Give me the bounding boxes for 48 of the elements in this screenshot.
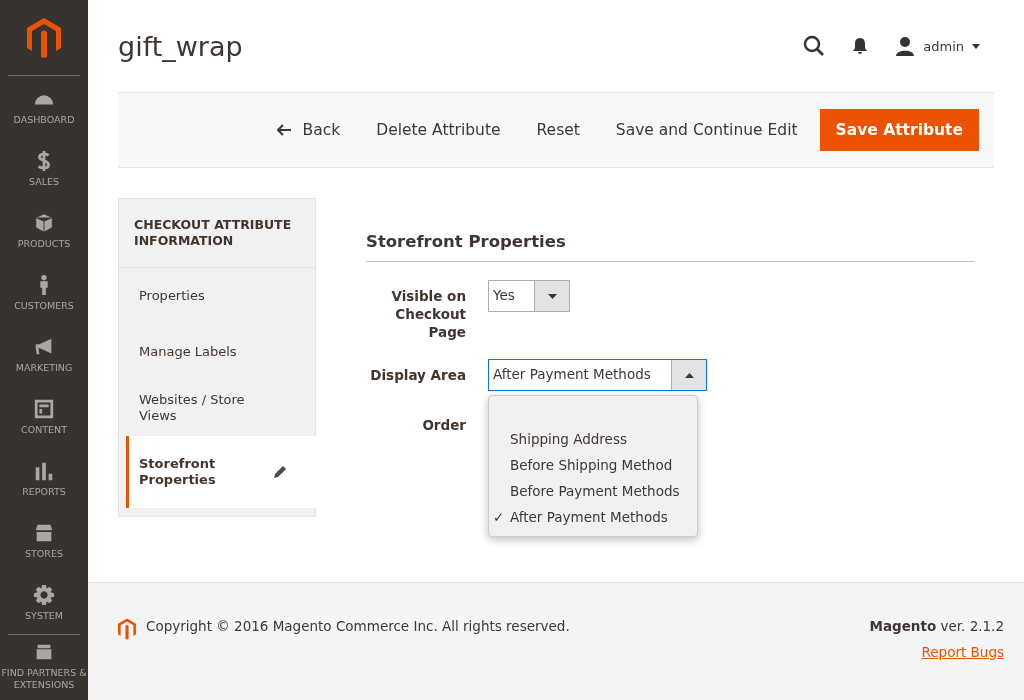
menu-icon bbox=[32, 584, 56, 606]
sidebar-menu-item[interactable]: SALES bbox=[0, 138, 88, 200]
copyright-text: Copyright © 2016 Magento Commerce Inc. All rights reserved. bbox=[146, 618, 570, 634]
action-button[interactable]: Reset bbox=[522, 110, 594, 150]
dropdown-option[interactable]: Before Payment Methods bbox=[489, 478, 697, 504]
search-icon[interactable] bbox=[803, 35, 826, 57]
field-label: Display Area bbox=[369, 366, 466, 384]
tab[interactable]: Manage Labels bbox=[119, 324, 315, 380]
caret-down-icon bbox=[547, 293, 557, 299]
sidebar-menu-item[interactable]: MARKETING bbox=[0, 324, 88, 386]
logo-icon bbox=[27, 17, 61, 58]
user-menu[interactable]: admin bbox=[895, 36, 980, 56]
logo-icon bbox=[118, 618, 136, 640]
action-button[interactable]: Delete Attribute bbox=[362, 110, 515, 150]
tab[interactable]: Websites / Store Views bbox=[119, 380, 315, 436]
tab[interactable]: Storefront Properties bbox=[126, 436, 316, 508]
sidebar-menu-item[interactable]: REPORTS bbox=[0, 448, 88, 510]
sidebar-menu-item[interactable]: DASHBOARD bbox=[0, 76, 88, 138]
action-button[interactable]: Save Attribute bbox=[819, 109, 979, 151]
field-label: Order bbox=[421, 416, 466, 434]
dropdown-option[interactable]: Before Shipping Method bbox=[489, 452, 697, 478]
user-icon bbox=[895, 36, 916, 56]
checkmark: ✓ bbox=[493, 508, 506, 527]
dropdown-option[interactable]: Shipping Address bbox=[489, 426, 697, 452]
menu-icon bbox=[32, 212, 56, 234]
sidebar-menu-item[interactable]: STORES bbox=[0, 510, 88, 572]
sidebar-menu-item[interactable]: FIND PARTNERS & EXTENSIONS bbox=[0, 635, 88, 697]
notification-bell-icon[interactable] bbox=[851, 36, 870, 56]
tabs-panel-title: CHECKOUT ATTRIBUTE INFORMATION bbox=[119, 199, 315, 268]
version-text: Magento ver. 2.1.2 bbox=[869, 618, 1004, 634]
user-name: admin bbox=[923, 38, 964, 54]
field-label: Visible on Checkout Page bbox=[390, 287, 466, 341]
arrow-left-icon bbox=[276, 124, 291, 136]
sidebar-menu-item[interactable]: CUSTOMERS bbox=[0, 262, 88, 324]
dropdown[interactable]: After Payment Methods bbox=[488, 359, 707, 391]
sidebar-menu-item[interactable]: CONTENT bbox=[0, 386, 88, 448]
caret-icon bbox=[972, 43, 980, 49]
dropdown-option[interactable]: ✓ After Payment Methods bbox=[489, 504, 697, 530]
section-title: Storefront Properties bbox=[366, 232, 974, 262]
dropdown[interactable]: Yes bbox=[488, 280, 570, 312]
page-title: gift_wrap bbox=[118, 30, 243, 62]
tab[interactable]: Properties bbox=[119, 268, 315, 324]
sidebar-menu-item[interactable]: PRODUCTS bbox=[0, 200, 88, 262]
action-button[interactable]: Save and Continue Edit bbox=[601, 110, 812, 150]
caret-up-icon bbox=[684, 372, 694, 378]
sidebar-menu-item[interactable]: SYSTEM bbox=[0, 572, 88, 634]
menu-icon bbox=[32, 398, 56, 420]
action-button[interactable]: Back bbox=[262, 110, 355, 150]
